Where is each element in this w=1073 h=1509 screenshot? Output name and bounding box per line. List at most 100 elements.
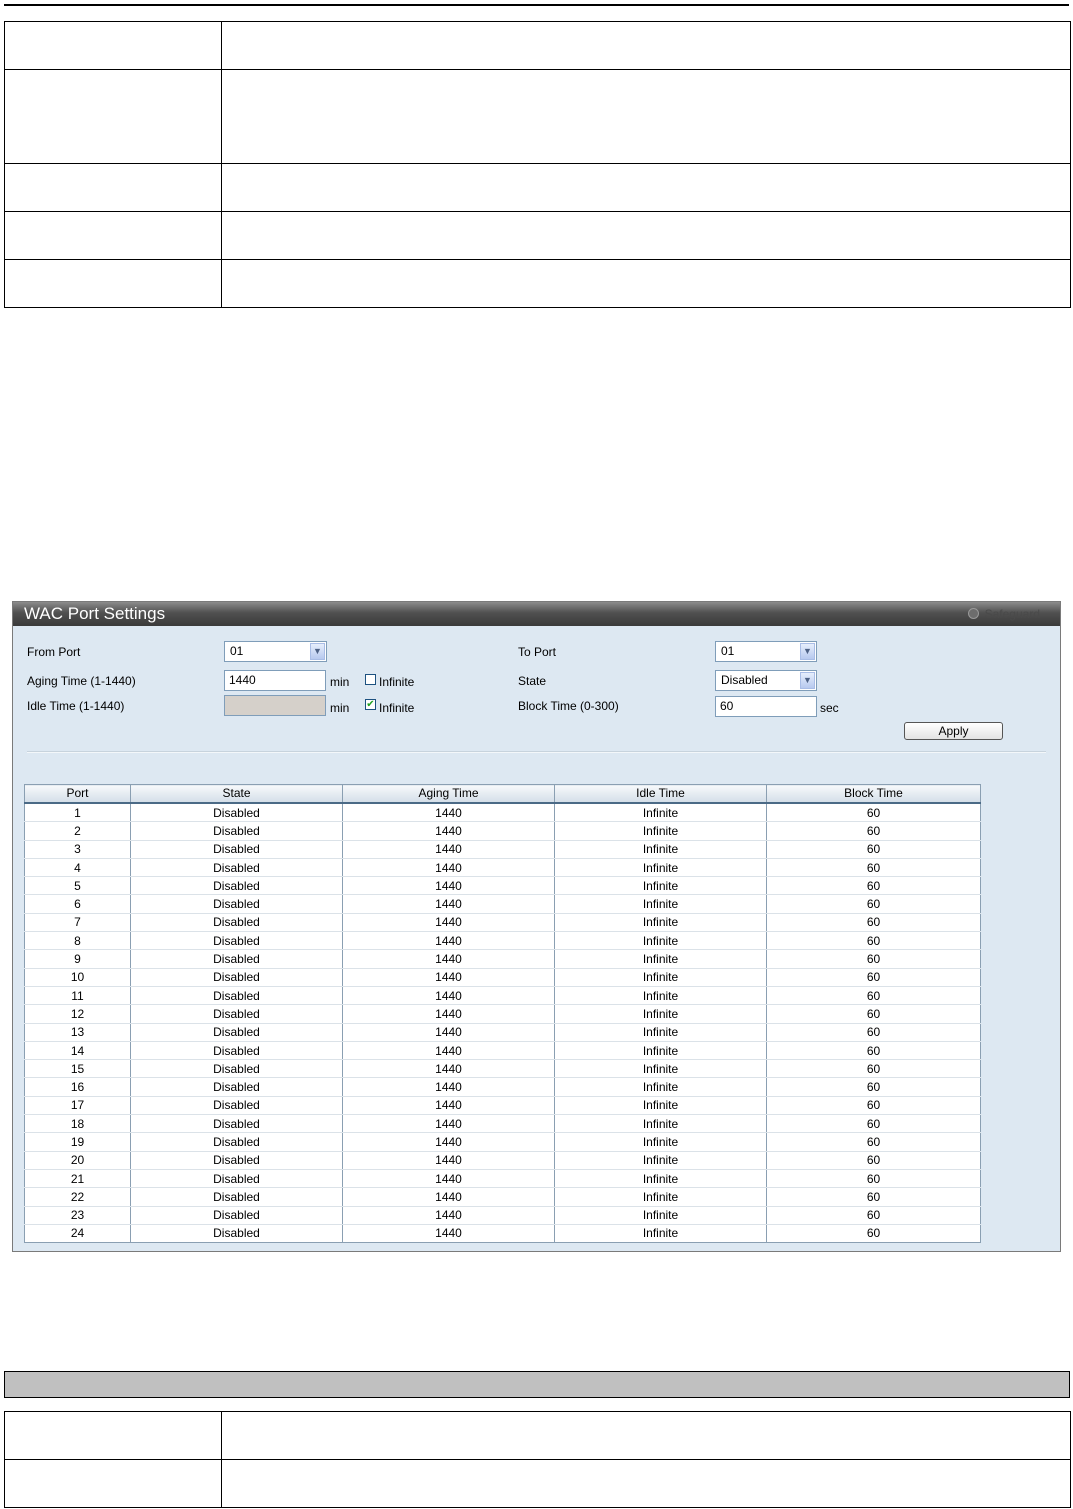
idle-infinite-checkbox[interactable]: ✔	[365, 699, 376, 710]
doc-cell	[4, 1459, 222, 1508]
safeguard-label: Safeguard	[984, 607, 1040, 621]
table-cell: 1440	[342, 931, 555, 951]
table-cell: Disabled	[130, 1169, 343, 1189]
idle-infinite-label: Infinite	[379, 701, 415, 715]
table-cell: 1440	[342, 1077, 555, 1097]
doc-cell	[4, 1411, 222, 1460]
table-row: 6 Disabled 1440 Infinite 60	[24, 894, 981, 914]
table-cell: 1440	[342, 1224, 555, 1244]
table-cell: 60	[766, 986, 981, 1006]
chevron-down-icon: ▼	[800, 672, 815, 689]
table-cell: 15	[24, 1059, 131, 1079]
table-cell: 1440	[342, 1187, 555, 1207]
table-cell: 9	[24, 949, 131, 969]
table-row: 17 Disabled 1440 Infinite 60	[24, 1096, 981, 1116]
doc-cell	[4, 211, 222, 260]
table-cell: 1440	[342, 1151, 555, 1170]
table-row: 5 Disabled 1440 Infinite 60	[24, 876, 981, 896]
table-row: 23 Disabled 1440 Infinite 60	[24, 1206, 981, 1225]
table-cell: Disabled	[130, 803, 343, 823]
table-row: 24 Disabled 1440 Infinite 60	[24, 1224, 981, 1244]
table-cell: Disabled	[130, 894, 343, 914]
table-cell: Infinite	[554, 931, 767, 951]
table-cell: 12	[24, 1004, 131, 1024]
table-cell: Infinite	[554, 1224, 767, 1244]
table-cell: Infinite	[554, 1059, 767, 1079]
table-cell: Disabled	[130, 1059, 343, 1079]
apply-button[interactable]: Apply	[904, 722, 1003, 740]
table-cell: Disabled	[130, 1023, 343, 1042]
table-cell: 60	[766, 1114, 981, 1134]
table-row: 20 Disabled 1440 Infinite 60	[24, 1151, 981, 1170]
table-cell: 4	[24, 858, 131, 878]
table-cell: 1440	[342, 1132, 555, 1152]
table-cell: 1	[24, 803, 131, 823]
aging-infinite-checkbox[interactable]	[365, 674, 376, 685]
state-select[interactable]: Disabled ▼	[715, 670, 817, 691]
table-cell: 1440	[342, 913, 555, 933]
table-cell: 1440	[342, 1206, 555, 1225]
to-port-select[interactable]: 01 ▼	[715, 641, 817, 662]
panel-title: WAC Port Settings	[24, 604, 166, 623]
table-cell: 14	[24, 1041, 131, 1061]
wac-port-settings-panel: WAC Port Settings Safeguard From Port 01…	[12, 601, 1061, 1252]
table-cell: Infinite	[554, 1169, 767, 1189]
table-cell: 1440	[342, 949, 555, 969]
table-cell: 1440	[342, 840, 555, 859]
table-row: 12 Disabled 1440 Infinite 60	[24, 1004, 981, 1024]
to-port-label: To Port	[518, 645, 557, 659]
idle-time-input[interactable]	[224, 695, 326, 716]
chevron-down-icon: ▼	[310, 643, 325, 660]
table-cell: Disabled	[130, 931, 343, 951]
table-cell: 1440	[342, 803, 555, 823]
from-port-select[interactable]: 01 ▼	[224, 641, 327, 662]
table-cell: Disabled	[130, 986, 343, 1006]
doc-cell	[4, 259, 222, 308]
table-row: 14 Disabled 1440 Infinite 60	[24, 1041, 981, 1061]
table-cell: 8	[24, 931, 131, 951]
doc-cell	[4, 163, 222, 212]
table-cell: Disabled	[130, 840, 343, 859]
table-row: 13 Disabled 1440 Infinite 60	[24, 1023, 981, 1042]
table-cell: 60	[766, 1151, 981, 1170]
table-cell: 3	[24, 840, 131, 859]
table-cell: 2	[24, 821, 131, 841]
column-header: Port	[24, 784, 131, 804]
table-cell: Infinite	[554, 1077, 767, 1097]
table-cell: Infinite	[554, 821, 767, 841]
table-cell: Infinite	[554, 894, 767, 914]
table-row: 9 Disabled 1440 Infinite 60	[24, 949, 981, 969]
table-cell: 60	[766, 1004, 981, 1024]
aging-time-input[interactable]: 1440	[224, 670, 326, 691]
table-cell: Infinite	[554, 1206, 767, 1225]
table-cell: 60	[766, 1169, 981, 1189]
port-settings-table: Port State Aging Time Idle Time Block Time 1…	[24, 784, 981, 1244]
column-header: Idle Time	[554, 784, 767, 804]
table-body: 1 Disabled 1440 Infinite 60 2 Disabled 1440 Infi…	[24, 803, 981, 1244]
table-cell: Disabled	[130, 1187, 343, 1207]
from-port-value: 01	[230, 644, 244, 658]
table-row: 18 Disabled 1440 Infinite 60	[24, 1114, 981, 1134]
table-cell: Infinite	[554, 1004, 767, 1024]
table-cell: 23	[24, 1206, 131, 1225]
table-cell: 1440	[342, 876, 555, 896]
block-time-input[interactable]: 60	[715, 696, 817, 717]
table-cell: Infinite	[554, 858, 767, 878]
table-cell: 19	[24, 1132, 131, 1152]
table-cell: Infinite	[554, 1132, 767, 1152]
table-cell: Infinite	[554, 913, 767, 933]
table-cell: 1440	[342, 1041, 555, 1061]
table-cell: 60	[766, 858, 981, 878]
doc-cell	[221, 211, 1071, 260]
table-row: 21 Disabled 1440 Infinite 60	[24, 1169, 981, 1189]
table-row: 1 Disabled 1440 Infinite 60	[24, 803, 981, 823]
aging-time-label: Aging Time (1-1440)	[27, 674, 136, 688]
table-cell: 1440	[342, 1169, 555, 1189]
doc-cell	[221, 1459, 1071, 1508]
table-cell: 1440	[342, 1004, 555, 1024]
table-cell: 20	[24, 1151, 131, 1170]
table-cell: 22	[24, 1187, 131, 1207]
table-cell: Disabled	[130, 1206, 343, 1225]
column-header: State	[130, 784, 343, 804]
table-cell: 1440	[342, 1096, 555, 1116]
